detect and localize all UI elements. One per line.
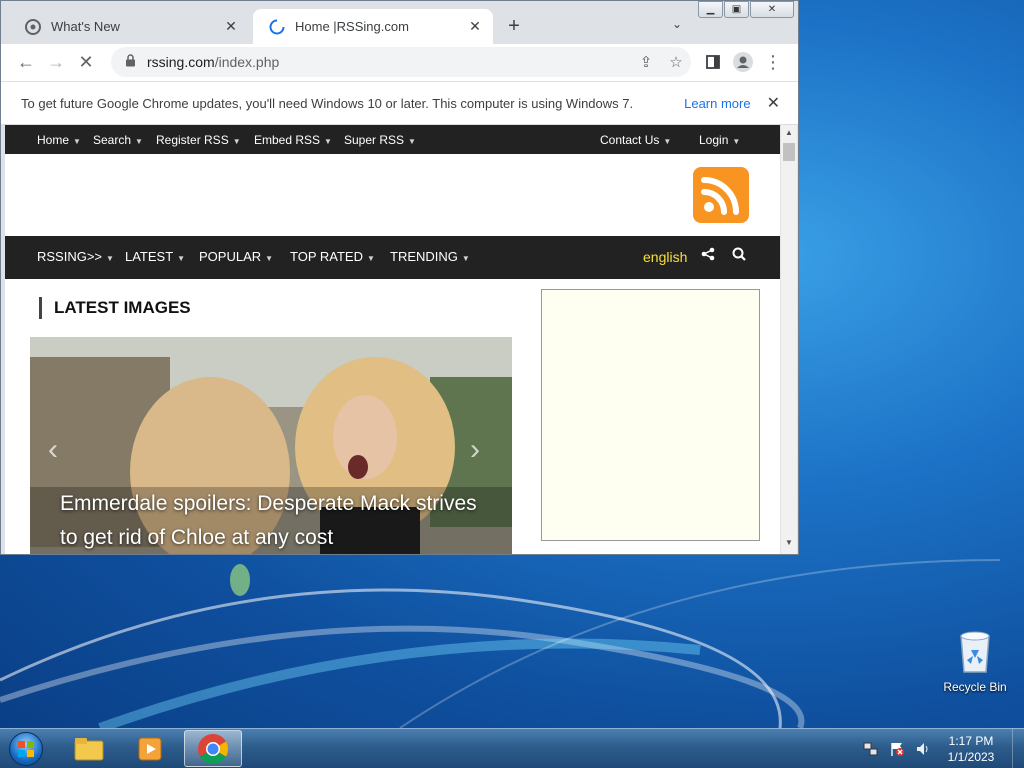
network-icon[interactable] (862, 740, 880, 758)
slide-title[interactable]: Emmerdale spoilers: Desperate Mack striv… (60, 487, 480, 554)
nav-embed-rss[interactable]: Embed RSS ▼ (254, 133, 332, 147)
scroll-up-icon[interactable]: ▲ (781, 128, 797, 137)
taskbar-file-explorer[interactable] (60, 730, 118, 767)
maximize-button[interactable]: ▣ (724, 1, 749, 18)
nav-rssing[interactable]: RSSING>> ▼ (37, 249, 114, 264)
bookmark-star-icon[interactable]: ☆ (661, 53, 691, 71)
nav-home[interactable]: Home ▼ (37, 133, 81, 147)
nav-contact-us[interactable]: Contact Us ▼ (600, 133, 671, 147)
page-scrollbar[interactable]: ▲ ▼ (781, 125, 797, 554)
system-tray: 1:17 PM 1/1/2023 (858, 729, 1024, 768)
nav-search[interactable]: Search ▼ (93, 133, 143, 147)
image-slider[interactable]: ‹ › Emmerdale spoilers: Desperate Mack s… (30, 337, 512, 554)
show-desktop-button[interactable] (1012, 729, 1024, 768)
taskbar-media-player[interactable] (122, 730, 180, 767)
recycle-bin-icon (957, 628, 993, 674)
search-icon[interactable] (732, 247, 746, 264)
nav-latest[interactable]: LATEST ▼ (125, 249, 185, 264)
nav-super-rss[interactable]: Super RSS ▼ (344, 133, 416, 147)
chrome-icon (198, 733, 229, 764)
taskbar: 1:17 PM 1/1/2023 (0, 728, 1024, 768)
rss-logo-icon[interactable] (693, 167, 749, 223)
learn-more-link[interactable]: Learn more (684, 96, 750, 111)
nav-popular[interactable]: POPULAR ▼ (199, 249, 273, 264)
tab-title: What's New (51, 19, 120, 34)
tab-close-icon[interactable]: ✕ (221, 18, 241, 35)
share-icon[interactable] (701, 247, 715, 264)
tab-strip: What's New ✕ Home |RSSing.com ✕ + ⌄ ▁ ▣ … (1, 1, 798, 44)
clock-date: 1/1/2023 (947, 750, 995, 764)
taskbar-chrome[interactable] (184, 730, 242, 767)
nav-trending[interactable]: TRENDING ▼ (390, 249, 470, 264)
nav-register-rss[interactable]: Register RSS ▼ (156, 133, 241, 147)
media-player-icon (138, 737, 162, 760)
web-page: Home ▼ Search ▼ Register RSS ▼ Embed RSS ▼ S… (5, 125, 780, 554)
menu-kebab-icon[interactable]: ⋮ (758, 47, 788, 77)
url-text: rssing.com/index.php (147, 54, 280, 70)
close-window-button[interactable]: ✕ (750, 1, 794, 18)
site-main-nav: RSSING>> ▼ LATEST ▼ POPULAR ▼ TOP RATED ▼ TR… (5, 236, 780, 279)
chrome-favicon-icon (25, 18, 41, 35)
new-tab-button[interactable]: + (503, 15, 525, 38)
scrollbar-thumb[interactable] (783, 143, 795, 161)
tab-search-chevron-icon[interactable]: ⌄ (672, 17, 682, 31)
tab-whats-new[interactable]: What's New ✕ (9, 9, 249, 44)
windows-logo-icon (9, 732, 43, 766)
update-infobar: To get future Google Chrome updates, you… (1, 81, 798, 125)
volume-icon[interactable] (914, 740, 932, 758)
language-selector[interactable]: english (643, 249, 687, 265)
scroll-down-icon[interactable]: ▼ (781, 538, 797, 547)
latest-images-heading: LATEST IMAGES (39, 297, 191, 319)
ad-placeholder (541, 289, 760, 541)
window-controls: ▁ ▣ ✕ (697, 1, 794, 18)
slider-prev-icon[interactable]: ‹ (48, 433, 58, 467)
infobar-message: To get future Google Chrome updates, you… (21, 95, 634, 111)
infobar-close-icon[interactable]: ✕ (767, 93, 780, 113)
stop-loading-icon[interactable]: ✕ (71, 48, 101, 78)
minimize-button[interactable]: ▁ (698, 1, 723, 18)
nav-top-rated[interactable]: TOP RATED ▼ (290, 249, 375, 264)
folder-icon (74, 737, 104, 760)
forward-arrow-icon[interactable]: → (41, 48, 71, 78)
recycle-bin-label: Recycle Bin (943, 680, 1007, 694)
loading-spinner-icon (269, 19, 285, 35)
site-top-nav: Home ▼ Search ▼ Register RSS ▼ Embed RSS ▼ S… (5, 125, 780, 154)
browser-toolbar: ← → ✕ rssing.com/index.php ⇪ ☆ ⋮ (1, 44, 798, 81)
tab-close-icon[interactable]: ✕ (465, 18, 485, 35)
action-center-flag-icon[interactable] (888, 740, 906, 758)
tab-home-rssing[interactable]: Home |RSSing.com ✕ (253, 9, 493, 44)
start-button[interactable] (6, 730, 46, 768)
clock[interactable]: 1:17 PM 1/1/2023 (936, 733, 1006, 765)
side-panel-icon[interactable] (698, 47, 728, 77)
recycle-bin[interactable]: Recycle Bin (940, 628, 1010, 694)
nav-login[interactable]: Login ▼ (699, 133, 740, 147)
profile-avatar-icon[interactable] (728, 47, 758, 77)
tab-title: Home |RSSing.com (295, 19, 409, 34)
share-icon[interactable]: ⇪ (631, 53, 661, 71)
slider-next-icon[interactable]: › (470, 433, 480, 467)
address-bar[interactable]: rssing.com/index.php ⇪ ☆ (111, 47, 691, 77)
clock-time: 1:17 PM (948, 734, 994, 748)
chrome-window: What's New ✕ Home |RSSing.com ✕ + ⌄ ▁ ▣ … (0, 0, 799, 555)
toolbar-actions: ⋮ (698, 47, 788, 77)
lock-icon (125, 54, 139, 70)
back-arrow-icon[interactable]: ← (11, 48, 41, 78)
